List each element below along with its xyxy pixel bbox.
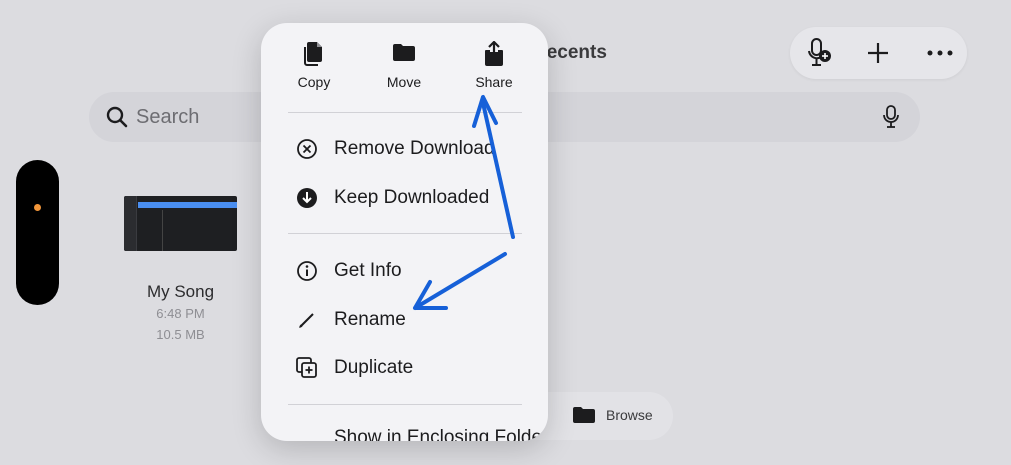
file-thumbnail[interactable] — [124, 196, 237, 251]
context-menu: Copy Move Share Remove Download Keep Dow… — [261, 23, 548, 441]
rename-item[interactable]: Rename — [295, 308, 406, 332]
keep-downloaded-label: Keep Downloaded — [334, 187, 490, 208]
copy-label: Copy — [297, 74, 331, 90]
get-info-item[interactable]: Get Info — [295, 259, 402, 283]
thumbnail-playhead — [162, 210, 163, 251]
duplicate-item[interactable]: Duplicate — [295, 356, 413, 380]
thumbnail-lane — [124, 196, 137, 251]
more-icon — [927, 50, 953, 56]
duplicate-label: Duplicate — [334, 357, 414, 378]
pencil-icon — [299, 313, 314, 328]
search-icon — [106, 106, 128, 128]
menu-divider — [288, 233, 522, 234]
side-handle[interactable] — [16, 160, 59, 305]
remove-download-label: Remove Download — [334, 138, 495, 159]
plus-icon — [868, 43, 888, 63]
file-name[interactable]: My Song — [124, 282, 237, 302]
share-action[interactable]: Share — [454, 41, 534, 90]
move-label: Move — [386, 74, 422, 90]
show-in-enclosing-folder-item[interactable]: Show in Enclosing Folder — [334, 427, 548, 441]
share-label: Share — [475, 74, 513, 90]
menu-divider — [288, 404, 522, 405]
remove-download-item[interactable]: Remove Download — [295, 137, 495, 161]
file-size: 10.5 MB — [156, 327, 205, 342]
keep-downloaded-item[interactable]: Keep Downloaded — [295, 186, 489, 210]
copy-action[interactable]: Copy — [274, 41, 354, 90]
info-icon — [297, 261, 317, 281]
top-toolbar — [790, 27, 967, 79]
menu-divider — [288, 112, 522, 113]
thumbnail-track — [138, 202, 237, 208]
status-dot — [34, 204, 41, 211]
add-button[interactable] — [852, 27, 904, 79]
share-icon — [485, 41, 503, 66]
duplicate-icon — [296, 357, 317, 378]
record-audio-button[interactable] — [794, 27, 846, 79]
show-in-enclosing-folder-label: Show in Enclosing Folder — [334, 427, 548, 441]
copy-icon — [304, 42, 322, 66]
move-action[interactable]: Move — [364, 41, 444, 90]
mic-plus-icon — [808, 38, 831, 66]
folder-icon — [573, 407, 595, 423]
folder-icon — [393, 44, 415, 61]
menu-top-actions: Copy Move Share — [261, 23, 548, 113]
x-circle-icon — [297, 139, 317, 159]
download-circle-icon — [297, 188, 317, 208]
get-info-label: Get Info — [334, 260, 402, 281]
search-input[interactable]: Search — [136, 106, 199, 129]
file-time: 6:48 PM — [156, 306, 205, 321]
rename-label: Rename — [334, 309, 406, 330]
mic-icon[interactable] — [882, 105, 900, 129]
tab-browse[interactable]: Browse — [572, 406, 653, 424]
more-button[interactable] — [914, 27, 966, 79]
tab-browse-label: Browse — [606, 407, 653, 423]
